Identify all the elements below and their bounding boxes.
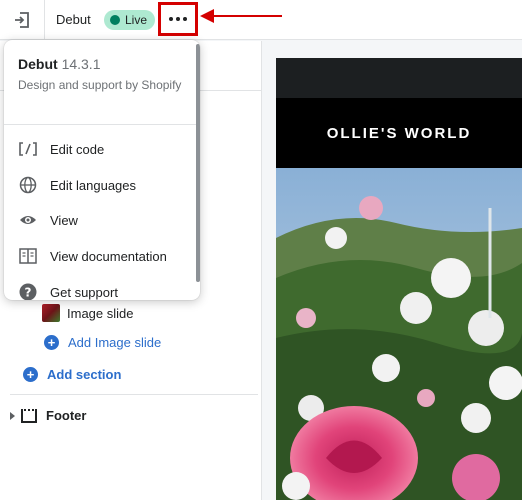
topbar-divider	[44, 0, 45, 40]
menu-item-label: Get support	[50, 284, 118, 300]
menu-item-label: Edit languages	[50, 177, 137, 193]
menu-item-edit-code[interactable]: Edit code	[4, 131, 196, 167]
theme-preview: OLLIE'S WORLD	[276, 58, 522, 500]
globe-icon	[18, 175, 38, 195]
top-bar: Debut Live	[0, 0, 522, 40]
footer-label: Footer	[46, 408, 87, 423]
question-icon: ?	[18, 282, 38, 300]
theme-actions-popover: Debut 14.3.1 Design and support by Shopi…	[4, 40, 200, 300]
add-section-button[interactable]: + Add section	[23, 367, 121, 382]
live-label: Live	[125, 13, 148, 27]
popover-header: Debut 14.3.1 Design and support by Shopi…	[18, 56, 188, 94]
add-image-slide-label: Add Image slide	[68, 335, 162, 350]
store-header: OLLIE'S WORLD	[276, 98, 522, 168]
popover-divider	[4, 124, 200, 125]
theme-version: 14.3.1	[61, 56, 101, 72]
exit-icon	[15, 12, 29, 28]
code-icon	[18, 139, 38, 159]
theme-description: Design and support by Shopify	[18, 78, 182, 92]
sidebar-item-image-slide[interactable]: Image slide	[42, 304, 133, 322]
caret-right-icon	[10, 411, 15, 420]
sidebar-divider	[10, 394, 258, 395]
image-slide-thumbnail	[42, 304, 60, 322]
sidebar-item-footer[interactable]: Footer	[10, 408, 86, 423]
hero-image-slide	[276, 168, 522, 500]
menu-item-get-support[interactable]: ? Get support	[4, 274, 196, 300]
exit-button[interactable]	[11, 9, 33, 31]
menu-item-view[interactable]: View	[4, 202, 196, 238]
menu-item-label: View	[50, 212, 78, 228]
popover-scrollbar[interactable]	[196, 44, 200, 282]
plus-circle-icon: +	[44, 335, 59, 350]
live-status-badge: Live	[104, 10, 156, 30]
site-title: OLLIE'S WORLD	[326, 124, 472, 142]
menu-item-label: View documentation	[50, 248, 167, 264]
theme-actions-button[interactable]	[158, 2, 198, 36]
svg-text:?: ?	[25, 286, 32, 300]
add-image-slide-button[interactable]: + Add Image slide	[44, 335, 161, 350]
image-slide-label: Image slide	[67, 305, 134, 321]
announcement-bar	[276, 58, 522, 98]
book-icon	[18, 246, 38, 266]
add-section-label: Add section	[47, 367, 122, 382]
popover-theme-name: Debut	[18, 56, 58, 72]
footer-section-icon	[21, 408, 37, 423]
more-horizontal-icon	[169, 17, 173, 21]
plus-circle-icon: +	[23, 367, 38, 382]
eye-icon	[18, 210, 38, 230]
annotation-arrow-icon	[200, 9, 282, 23]
menu-item-edit-languages[interactable]: Edit languages	[4, 167, 196, 203]
menu-item-label: Edit code	[50, 141, 105, 157]
theme-name: Debut	[56, 12, 91, 27]
menu-item-view-documentation[interactable]: View documentation	[4, 238, 196, 274]
live-dot-icon	[110, 15, 120, 25]
